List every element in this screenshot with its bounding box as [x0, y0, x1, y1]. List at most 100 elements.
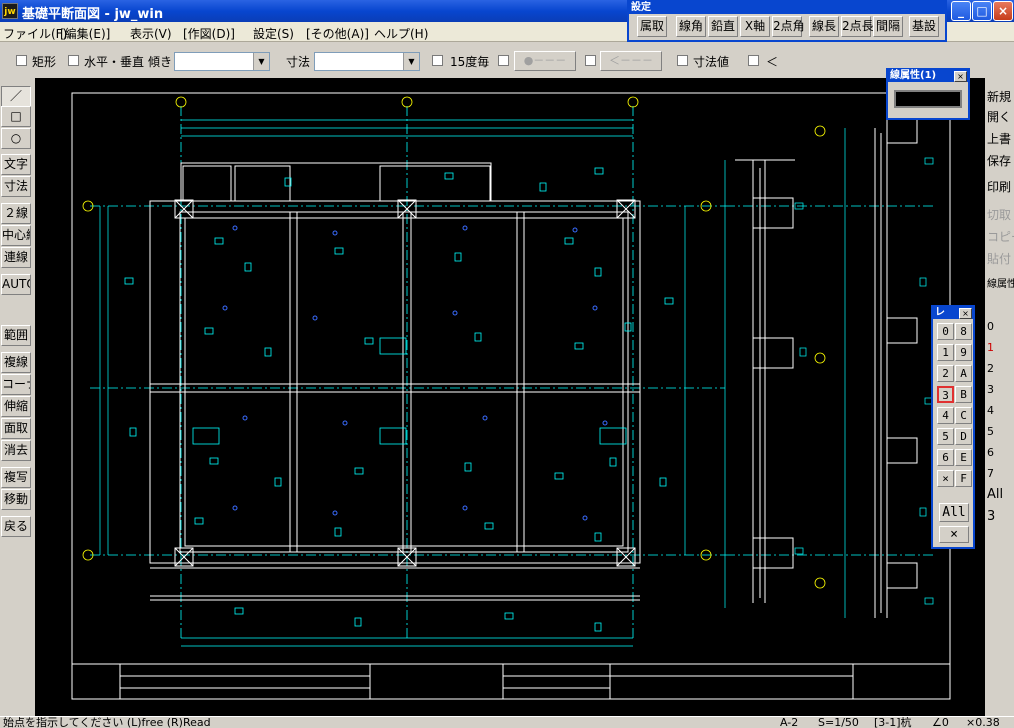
tool-range[interactable]: 範囲	[1, 325, 31, 346]
tool-copy[interactable]: 複写	[1, 467, 31, 488]
status-paper[interactable]: A-2	[780, 717, 798, 728]
tool-offset[interactable]: 複線	[1, 352, 31, 373]
layer-button-3[interactable]: 3	[937, 386, 954, 403]
layer-button-B[interactable]: B	[955, 386, 972, 403]
close-icon[interactable]: ×	[954, 71, 967, 82]
status-zoom[interactable]: ×0.38	[966, 717, 1000, 728]
tool-line-attr[interactable]: 線属性	[987, 274, 1014, 296]
status-layer[interactable]: [3-1]杭	[874, 717, 912, 728]
settings-btn-attr-take[interactable]: 属取	[637, 16, 667, 37]
layer-button-C[interactable]: C	[955, 407, 972, 424]
group-0[interactable]: 0	[987, 316, 1014, 338]
settings-btn-2pt-length[interactable]: 2点長	[841, 16, 874, 37]
settings-btn-base[interactable]: 基設	[909, 16, 939, 37]
tool-print[interactable]: 印刷	[987, 176, 1014, 198]
tool-circle[interactable]: ○	[1, 128, 31, 149]
group-3[interactable]: 3	[987, 379, 1014, 401]
layer-button-×[interactable]: ×	[937, 470, 954, 487]
tool-rectangle[interactable]: □	[1, 106, 31, 127]
menu-file[interactable]: ファイル(F)	[3, 25, 67, 42]
layer-panel: レ × 0 8 1 9 2 A 3 B 4 C 5 D 6 E × F All ×	[931, 305, 975, 549]
lt-checkbox[interactable]	[748, 55, 759, 66]
tool-erase[interactable]: 消去	[1, 440, 31, 461]
tool-corner[interactable]: コーナー	[1, 374, 31, 395]
deg15-checkbox[interactable]	[432, 55, 443, 66]
layer-button-F[interactable]: F	[955, 470, 972, 487]
tool-move[interactable]: 移動	[1, 489, 31, 510]
group-2[interactable]: 2	[987, 358, 1014, 380]
deg15-label: 15度毎	[450, 55, 490, 69]
layer-button-5[interactable]: 5	[937, 428, 954, 445]
tool-double-line[interactable]: ２線	[1, 203, 31, 224]
tool-continuous-line[interactable]: 連線	[1, 247, 31, 268]
layer-button-E[interactable]: E	[955, 449, 972, 466]
layer-button-D[interactable]: D	[955, 428, 972, 445]
dimval-label: 寸法値	[693, 55, 730, 69]
tool-undo[interactable]: 戻る	[1, 516, 31, 537]
circle-line-button[interactable]: ●－－－	[514, 51, 576, 71]
maximize-button[interactable]: □	[972, 1, 992, 21]
line-attr-preview[interactable]	[894, 90, 962, 108]
layer-button-0[interactable]: 0	[937, 323, 954, 340]
horiz-vert-checkbox[interactable]	[68, 55, 79, 66]
tool-chamfer[interactable]: 面取	[1, 418, 31, 439]
settings-btn-line-angle[interactable]: 線角	[676, 16, 706, 37]
menu-help[interactable]: ヘルプ(H)	[374, 25, 428, 42]
layer-invert-button[interactable]: ×	[939, 526, 969, 543]
tool-extend[interactable]: 伸縮	[1, 396, 31, 417]
group-all-button[interactable]: All	[987, 484, 1014, 506]
settings-btn-2pt-angle[interactable]: 2点角	[772, 16, 805, 37]
tool-copy-clip[interactable]: コピー	[987, 226, 1014, 248]
tool-cut[interactable]: 切取	[987, 204, 1014, 226]
group-6[interactable]: 6	[987, 442, 1014, 464]
layer-button-9[interactable]: 9	[955, 344, 972, 361]
menu-view[interactable]: 表示(V)	[130, 25, 172, 42]
tool-dimension[interactable]: 寸法	[1, 176, 31, 197]
menu-other[interactable]: [その他(A)]	[306, 25, 369, 42]
circle-checkbox[interactable]	[498, 55, 509, 66]
menu-draw[interactable]: [作図(D)]	[183, 25, 235, 42]
arrow-checkbox[interactable]	[585, 55, 596, 66]
tool-open[interactable]: 開く	[987, 106, 1014, 128]
layer-button-2[interactable]: 2	[937, 365, 954, 382]
chevron-down-icon[interactable]: ▼	[403, 53, 419, 70]
layer-button-4[interactable]: 4	[937, 407, 954, 424]
tool-auto[interactable]: AUTO	[1, 274, 31, 295]
tilt-combobox[interactable]: ▼	[174, 52, 270, 71]
detail-symbols	[124, 167, 674, 632]
drawing-canvas[interactable]	[35, 78, 985, 716]
settings-btn-line-length[interactable]: 線長	[809, 16, 839, 37]
group-7[interactable]: 7	[987, 463, 1014, 485]
close-button[interactable]: ×	[993, 1, 1013, 21]
tool-text[interactable]: 文字	[1, 154, 31, 175]
group-5[interactable]: 5	[987, 421, 1014, 443]
status-scale[interactable]: S=1/50	[818, 717, 859, 728]
layer-button-6[interactable]: 6	[937, 449, 954, 466]
layer-button-1[interactable]: 1	[937, 344, 954, 361]
minimize-button[interactable]: _	[951, 1, 971, 21]
close-icon[interactable]: ×	[959, 308, 972, 319]
cad-drawing	[71, 92, 951, 700]
arrow-line-button[interactable]: ＜－－－	[600, 51, 662, 71]
group-1[interactable]: 1	[987, 337, 1014, 359]
settings-btn-interval[interactable]: 間隔	[873, 16, 903, 37]
tool-new[interactable]: 新規	[987, 86, 1014, 108]
tool-center-line[interactable]: 中心線	[1, 225, 31, 246]
settings-btn-vertical[interactable]: 鉛直	[708, 16, 738, 37]
layer-all-button[interactable]: All	[939, 503, 969, 522]
dimval-checkbox[interactable]	[677, 55, 688, 66]
chevron-down-icon[interactable]: ▼	[253, 53, 269, 70]
settings-btn-x-axis[interactable]: X軸	[740, 16, 770, 37]
status-angle[interactable]: ∠0	[932, 717, 949, 728]
tool-save[interactable]: 保存	[987, 150, 1014, 172]
layer-button-A[interactable]: A	[955, 365, 972, 382]
tool-paste[interactable]: 貼付	[987, 248, 1014, 270]
menu-settings[interactable]: 設定(S)	[253, 25, 294, 42]
dim-combobox[interactable]: ▼	[314, 52, 420, 71]
group-4[interactable]: 4	[987, 400, 1014, 422]
tool-overwrite[interactable]: 上書	[987, 128, 1014, 150]
layer-button-8[interactable]: 8	[955, 323, 972, 340]
menu-edit[interactable]: [編集(E)]	[60, 25, 110, 42]
rect-checkbox[interactable]	[16, 55, 27, 66]
tool-line[interactable]: ／	[1, 86, 31, 107]
